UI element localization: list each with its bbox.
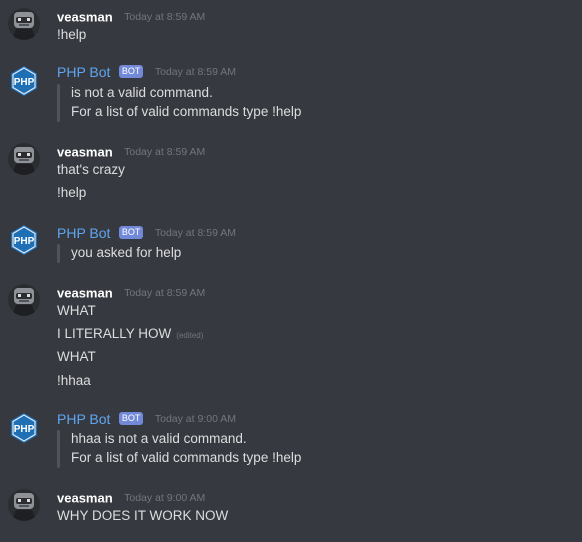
svg-text:PHP: PHP [14,424,35,435]
user-avatar[interactable] [8,489,40,521]
bot-avatar[interactable]: PHP [8,412,40,444]
username[interactable]: PHP Bot [57,64,110,80]
bot-badge: BOT [118,226,144,240]
timestamp: Today at 8:59 AM [154,226,236,239]
quote-text: For a list of valid commands type !help [71,450,302,465]
bot-avatar[interactable]: PHP [8,224,40,256]
robot-avatar-icon [8,284,40,316]
message-text: WHY DOES IT WORK NOW [57,508,229,523]
edited-label: (edited) [176,331,204,340]
timestamp: Today at 8:59 AM [154,65,236,78]
quote-text: For a list of valid commands type !help [71,104,302,119]
robot-avatar-icon [8,489,40,521]
username[interactable]: veasman [57,285,113,300]
quote-bar [57,84,60,122]
message-text: !help [57,185,87,200]
message-text: I LITERALLY HOW (edited) [57,326,203,341]
quote-text: you asked for help [71,245,182,260]
user-avatar[interactable] [8,8,40,40]
message-text-content: I LITERALLY HOW [57,326,172,341]
message-text: !hhaa [57,373,91,388]
timestamp: Today at 8:59 AM [124,10,206,23]
robot-avatar-icon [8,8,40,40]
bot-badge: BOT [118,412,144,426]
user-avatar[interactable] [8,284,40,316]
php-logo-icon: PHP [8,412,40,444]
robot-avatar-icon [8,143,40,175]
message-text: !help [57,27,87,42]
username[interactable]: veasman [57,490,113,505]
svg-text:PHP: PHP [14,77,35,88]
quote-text: hhaa is not a valid command. [71,431,247,446]
timestamp: Today at 8:59 AM [124,286,206,299]
svg-text:PHP: PHP [14,236,35,247]
quote-bar [57,430,60,468]
php-logo-icon: PHP [8,224,40,256]
username[interactable]: veasman [57,144,113,159]
bot-badge: BOT [118,65,144,79]
timestamp: Today at 9:00 AM [154,412,236,425]
quote-text: is not a valid command. [71,85,213,100]
php-logo-icon: PHP [8,65,40,97]
bot-avatar[interactable]: PHP [8,65,40,97]
username[interactable]: veasman [57,9,113,24]
timestamp: Today at 8:59 AM [124,145,206,158]
quote-bar [57,244,60,263]
message-text: that's crazy [57,162,125,177]
username[interactable]: PHP Bot [57,411,110,427]
username[interactable]: PHP Bot [57,225,110,241]
message-text: WHAT [57,303,96,318]
user-avatar[interactable] [8,143,40,175]
timestamp: Today at 9:00 AM [124,491,206,504]
message-text: WHAT [57,349,96,364]
